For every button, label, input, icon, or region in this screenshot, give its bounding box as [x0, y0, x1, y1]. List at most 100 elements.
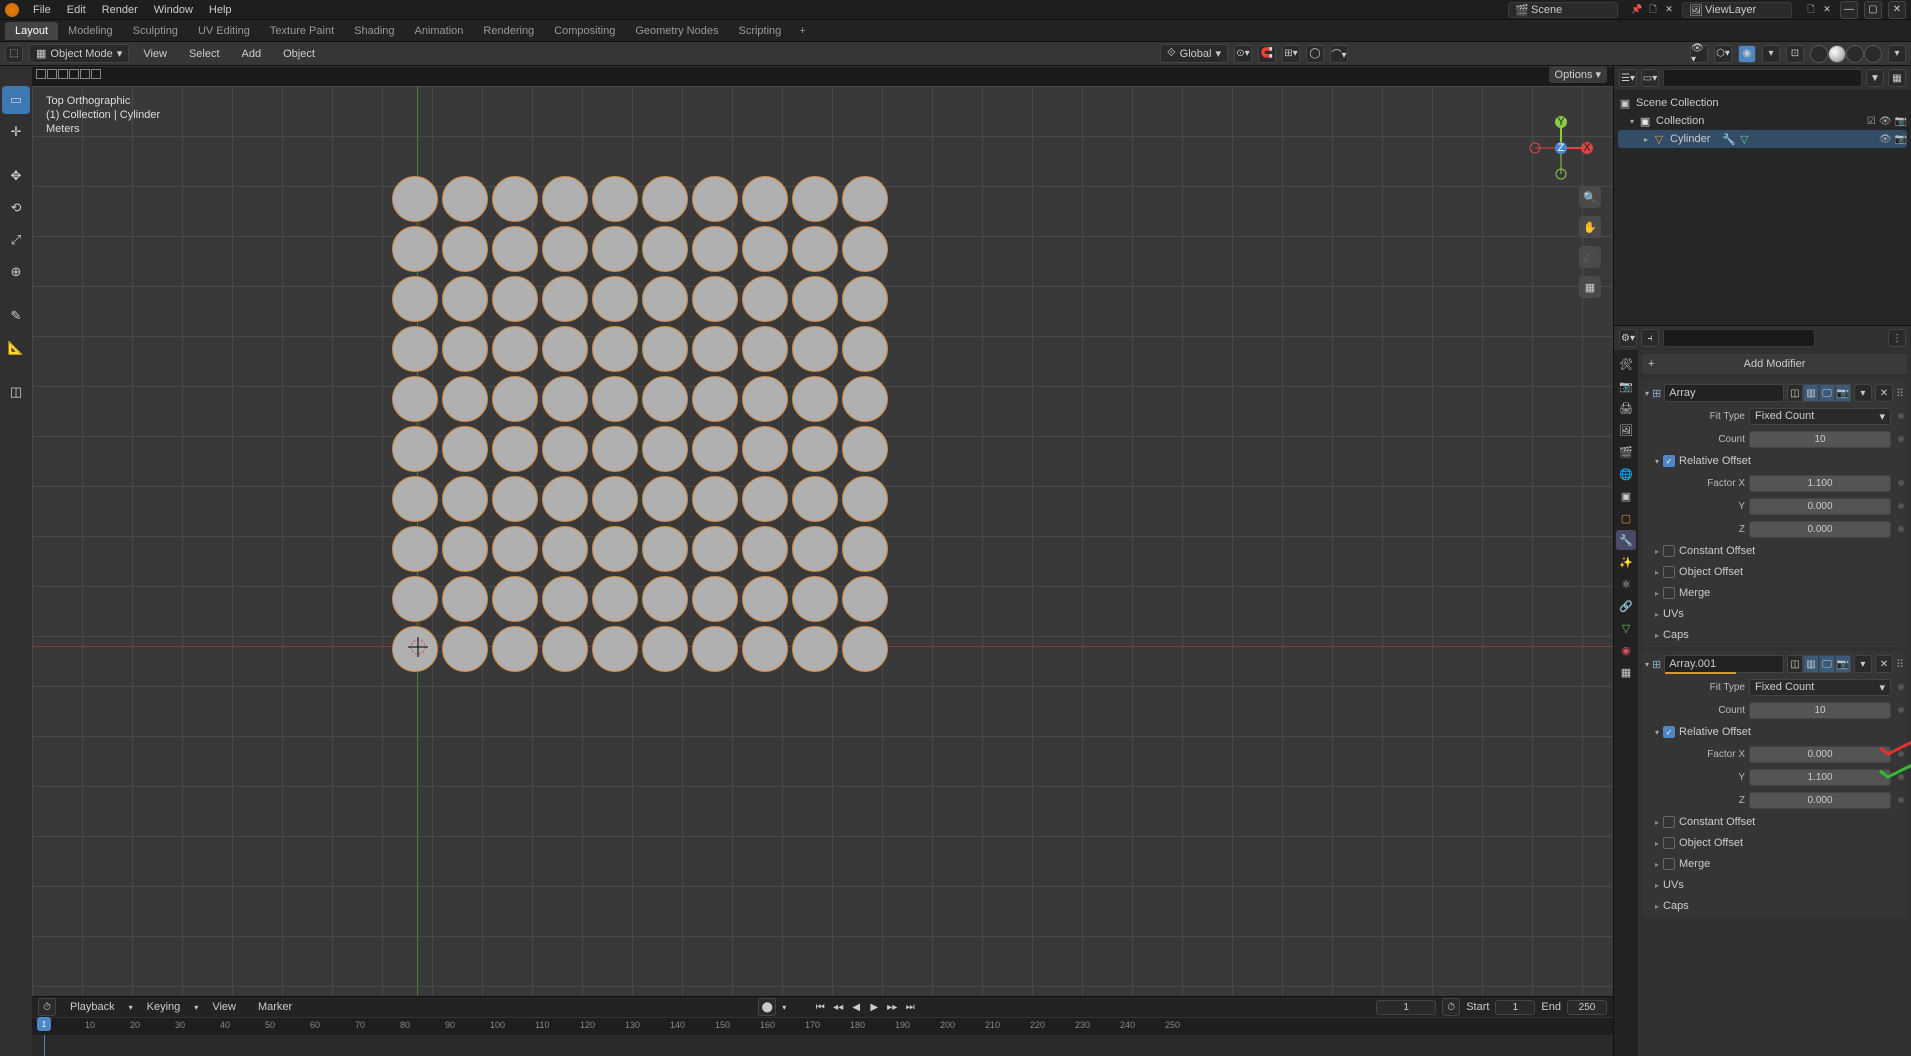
cylinder-instance[interactable] — [642, 576, 688, 622]
disclosure-triangle-icon[interactable]: ▾ — [1645, 389, 1649, 398]
cylinder-instance[interactable] — [842, 426, 888, 472]
cylinder-instance[interactable] — [542, 626, 588, 672]
cylinder-instance[interactable] — [792, 476, 838, 522]
cylinder-instance[interactable] — [592, 576, 638, 622]
cylinder-instance[interactable] — [642, 426, 688, 472]
cylinder-instance[interactable] — [792, 326, 838, 372]
material-shading-icon[interactable] — [1846, 45, 1864, 63]
cylinder-instance[interactable] — [442, 276, 488, 322]
factor-x-field[interactable]: 0.000 — [1749, 746, 1891, 763]
cylinder-instance[interactable] — [492, 576, 538, 622]
scene-buttons[interactable]: 📌🗋✕ — [1630, 3, 1676, 17]
edit-mode-toggle[interactable]: ▥ — [1803, 655, 1819, 673]
cylinder-instance[interactable] — [842, 276, 888, 322]
cylinder-instance[interactable] — [392, 326, 438, 372]
play-icon[interactable]: ▶ — [866, 999, 882, 1015]
shading-dropdown[interactable]: ▾ — [1888, 45, 1906, 63]
delete-modifier-button[interactable]: ✕ — [1875, 655, 1893, 673]
cylinder-instance[interactable] — [742, 576, 788, 622]
cylinder-instance[interactable] — [792, 626, 838, 672]
workspace-tab-layout[interactable]: Layout — [5, 22, 58, 40]
pan-button[interactable]: ✋ — [1579, 216, 1601, 238]
outliner-cylinder[interactable]: ▸ ▽ Cylinder 🔧 ▽ 👁 📷 — [1618, 130, 1907, 148]
add-workspace-button[interactable]: + — [791, 22, 813, 40]
drag-handle-icon[interactable]: ⠿ — [1896, 658, 1904, 671]
factor-y-field[interactable]: 1.100 — [1749, 769, 1891, 786]
menu-window[interactable]: Window — [146, 4, 201, 16]
cylinder-instance[interactable] — [442, 426, 488, 472]
timeline-view[interactable]: View — [204, 1001, 244, 1013]
factor-z-field[interactable]: 0.000 — [1749, 521, 1891, 538]
cylinder-instance[interactable] — [792, 176, 838, 222]
overlays-toggle[interactable]: ◉ — [1738, 45, 1756, 63]
viewlayer-tab[interactable]: 🖼 — [1616, 420, 1636, 440]
snap-toggle[interactable]: 🧲 — [1258, 45, 1276, 63]
keyframe-prev-icon[interactable]: ◂◂ — [830, 999, 846, 1015]
cylinder-instance[interactable] — [692, 626, 738, 672]
cylinder-instance[interactable] — [592, 376, 638, 422]
cylinder-instance[interactable] — [542, 176, 588, 222]
jump-start-icon[interactable]: ⏮ — [812, 999, 828, 1015]
merge-header[interactable]: ▸Merge — [1645, 855, 1904, 873]
cylinder-instance[interactable] — [692, 376, 738, 422]
cylinder-instance[interactable] — [592, 426, 638, 472]
preview-range-toggle[interactable]: ⏱ — [1442, 998, 1460, 1016]
cylinder-instance[interactable] — [642, 326, 688, 372]
add-cube-tool[interactable]: ◫ — [2, 378, 30, 406]
material-tab[interactable]: ◉ — [1616, 640, 1636, 660]
properties-editor-icon[interactable]: ⚙▾ — [1619, 329, 1637, 347]
outliner-tree[interactable]: ▣ Scene Collection ▾ ▣ Collection ☑ 👁 📷 … — [1614, 90, 1911, 325]
relative-offset-checkbox[interactable]: ✓ — [1663, 726, 1675, 738]
shading-modes[interactable] — [1810, 45, 1882, 63]
proportional-falloff-dropdown[interactable]: ⌒▾ — [1330, 45, 1348, 63]
cylinder-instance[interactable] — [692, 276, 738, 322]
jump-end-icon[interactable]: ⏭ — [902, 999, 918, 1015]
cylinder-instance[interactable] — [692, 576, 738, 622]
cylinder-instance[interactable] — [392, 576, 438, 622]
playhead[interactable]: 1 — [44, 1035, 45, 1056]
disclosure-triangle-icon[interactable]: ▾ — [1655, 728, 1659, 737]
datapath-icon[interactable]: ⫞ — [1641, 329, 1659, 347]
collection-tab[interactable]: ▣ — [1616, 486, 1636, 506]
cylinder-instance[interactable] — [692, 226, 738, 272]
cylinder-instance[interactable] — [692, 476, 738, 522]
cylinder-instance[interactable] — [542, 276, 588, 322]
cylinder-instance[interactable] — [742, 326, 788, 372]
solid-shading-icon[interactable] — [1828, 45, 1846, 63]
constant-offset-checkbox[interactable] — [1663, 816, 1675, 828]
cylinder-instance[interactable] — [542, 226, 588, 272]
cylinder-instance[interactable] — [392, 376, 438, 422]
object-offset-checkbox[interactable] — [1663, 566, 1675, 578]
cylinder-instance[interactable] — [792, 226, 838, 272]
modifier-extras-dropdown[interactable]: ▾ — [1854, 384, 1872, 402]
relative-offset-header[interactable]: ▾ ✓ Relative Offset — [1645, 723, 1904, 741]
cylinder-instance[interactable] — [592, 276, 638, 322]
mesh-data-tab[interactable]: ▽ — [1616, 618, 1636, 638]
autokey-toggle[interactable]: ⬤ — [758, 998, 776, 1016]
proportional-edit-toggle[interactable]: ◯ — [1306, 45, 1324, 63]
cylinder-instance[interactable] — [842, 226, 888, 272]
count-field[interactable]: 10 — [1749, 431, 1891, 448]
options-icon[interactable]: ⋮ — [1888, 329, 1906, 347]
overlays-dropdown[interactable]: ▾ — [1762, 45, 1780, 63]
merge-checkbox[interactable] — [1663, 858, 1675, 870]
relative-offset-header[interactable]: ▾ ✓ Relative Offset — [1645, 452, 1904, 470]
cylinder-instance[interactable] — [392, 276, 438, 322]
constant-offset-checkbox[interactable] — [1663, 545, 1675, 557]
cylinder-instance[interactable] — [642, 226, 688, 272]
cylinder-instance[interactable] — [742, 626, 788, 672]
current-frame-field[interactable]: 1 — [1376, 1000, 1436, 1015]
select-box-tool[interactable]: ▭ — [2, 86, 30, 114]
cylinder-instance[interactable] — [592, 526, 638, 572]
viewport[interactable]: Options ▾ Top Orthographic (1) Collectio… — [32, 66, 1613, 1056]
render-toggle[interactable]: 📷 — [1835, 655, 1851, 673]
workspace-tab-sculpting[interactable]: Sculpting — [123, 22, 188, 40]
workspace-tab-geometry-nodes[interactable]: Geometry Nodes — [625, 22, 728, 40]
realtime-toggle[interactable]: 🖵 — [1819, 655, 1835, 673]
cylinder-instance[interactable] — [642, 626, 688, 672]
menu-file[interactable]: File — [25, 4, 59, 16]
cylinder-instance[interactable] — [842, 626, 888, 672]
menu-help[interactable]: Help — [201, 4, 240, 16]
tool-tab[interactable]: 🛠 — [1616, 354, 1636, 374]
viewlayer-field[interactable]: 🖼 ViewLayer — [1682, 2, 1792, 18]
